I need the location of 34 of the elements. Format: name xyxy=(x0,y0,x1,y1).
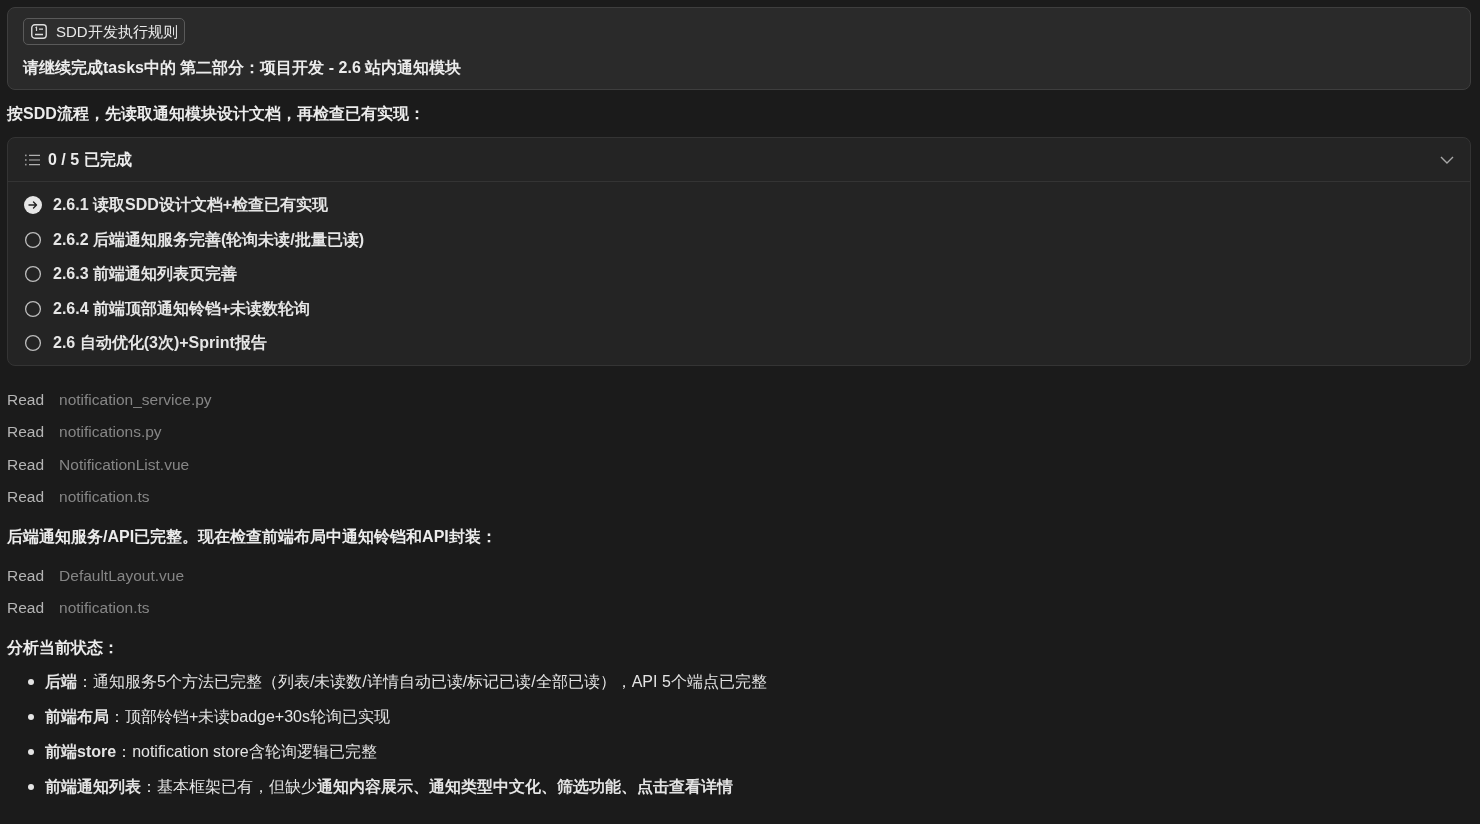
bullet-icon xyxy=(28,749,34,755)
task-label: 2.6.2 后端通知服务完善(轮询未读/批量已读) xyxy=(53,229,365,250)
message-text: 请继续完成tasks中的 第二部分：项目开发 - 2.6 站内通知模块 xyxy=(23,58,463,78)
task-label: 2.6.4 前端顶部通知铃铛+未读数轮询 xyxy=(53,298,311,319)
rule-chip[interactable]: SDD开发执行规则 xyxy=(23,18,185,45)
tool-action: Read xyxy=(7,454,45,475)
bullet-text: 前端store：notification store含轮询逻辑已完整 xyxy=(45,742,377,762)
tool-action: Read xyxy=(7,598,45,619)
file-name[interactable]: NotificationList.vue xyxy=(59,453,190,476)
progress-summary: 0 / 5 已完成 xyxy=(48,149,132,170)
paragraph-text: 按SDD流程，先读取通知模块设计文档，再检查已有实现： xyxy=(7,104,426,124)
paragraph-text: 分析当前状态： xyxy=(7,637,120,658)
file-name[interactable]: notifications.py xyxy=(59,421,162,444)
file-name[interactable]: notification_service.py xyxy=(59,388,212,411)
file-name[interactable]: notification.ts xyxy=(59,486,150,509)
chevron-down-icon[interactable] xyxy=(1440,155,1454,164)
paragraph-text: 后端通知服务/API已完整。现在检查前端布局中通知铃铛和API封装： xyxy=(7,526,498,547)
bullet-text: 前端布局：顶部铃铛+未读badge+30s轮询已实现 xyxy=(45,707,390,727)
list-icon xyxy=(25,153,40,166)
task-label: 2.6.1 读取SDD设计文档+检查已有实现 xyxy=(53,195,329,216)
task-label: 2.6.3 前端通知列表页完善 xyxy=(53,264,238,285)
task-label: 2.6 自动优化(3次)+Sprint报告 xyxy=(53,333,267,354)
bullet-icon xyxy=(28,714,34,720)
file-name[interactable]: notification.ts xyxy=(59,597,150,620)
tool-action: Read xyxy=(7,422,45,443)
tool-action: Read xyxy=(7,389,45,410)
bullet-icon xyxy=(28,679,34,685)
bullet-icon xyxy=(28,784,34,790)
file-name[interactable]: DefaultLayout.vue xyxy=(59,564,184,587)
tool-action: Read xyxy=(7,487,45,508)
tool-action: Read xyxy=(7,565,45,586)
bullet-text: 前端通知列表：基本框架已有，但缺少通知内容展示、通知类型中文化、筛选功能、点击查看详情 xyxy=(45,777,733,797)
document-icon xyxy=(31,24,47,39)
bullet-text: 后端：通知服务5个方法已完整（列表/未读数/详情自动已读/标记已读/全部已读），API 5个端点已完整 xyxy=(45,672,767,692)
